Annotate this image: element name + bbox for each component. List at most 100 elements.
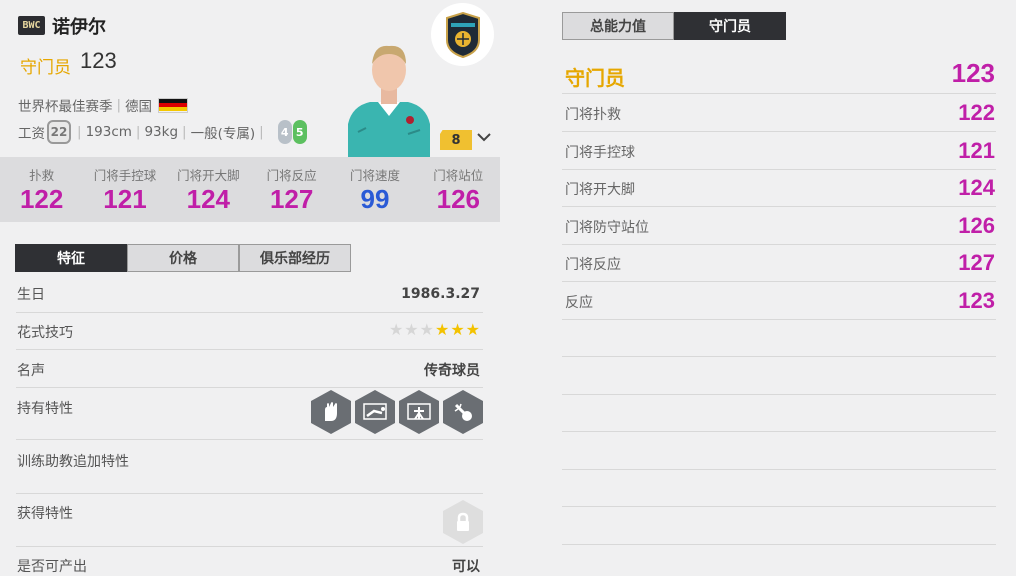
rating-label: 门将开大脚 [565,182,635,198]
detail-row-coach-traits: 训练助教追加特性 [16,440,483,494]
wage-badge: 22 [47,120,71,144]
detail-row-producible: 是否可产出 可以 [16,547,483,576]
star-icon: ★ [388,320,405,339]
stat-value: 127 [269,184,314,214]
empty-row-divider [562,394,996,395]
stat-item: 门将站位 126 [417,157,500,222]
reputation-value: 传奇球员 [424,363,480,379]
stat-label: 门将速度 [349,168,400,183]
rating-row: 门将开大脚 124 [562,169,996,207]
divider: | [135,124,141,140]
wage-label: 工资 [18,126,45,142]
keeper-dive-icon[interactable] [355,390,395,434]
strong-foot-badge: 5 [292,120,307,144]
rating-label: 门将手控球 [565,144,635,161]
rating-value: 122 [958,100,995,125]
star-icon: ★ [419,320,435,339]
position-rating-value: 123 [951,58,995,88]
stat-value: 126 [436,184,480,214]
birthday-value: 1986.3.27 [401,286,480,302]
stat-label: 门将开大脚 [177,168,240,183]
weak-foot-badge: 4 [277,120,292,144]
stat-label: 门将手控球 [93,168,157,183]
stat-value: 122 [19,184,64,214]
empty-row-divider [562,431,996,432]
rating-row: 门将扑救 122 [562,94,996,132]
key-stats-band: 扑救 122 门将手控球 121 门将开大脚 124 门将反应 127 门将速度 99 门将站位 12… [0,157,500,222]
germany-flag-icon [158,97,189,113]
tab-traits[interactable]: 特征 [15,244,127,272]
producible-value: 可以 [452,559,480,575]
gloves-icon[interactable] [311,390,351,434]
star-icon: ★ [450,320,466,339]
rating-tabs: 总能力值 守门员 [562,12,786,40]
nation-name: 德国 [125,99,153,115]
position-label: 守门员 [20,58,71,78]
detail-row-traits: 持有特性 [16,388,483,440]
position-ovr: 123 [80,48,117,73]
player-name: 诺伊尔 [52,17,106,38]
tab-price[interactable]: 价格 [127,244,239,272]
rating-value: 126 [958,212,995,238]
weight-value: 93kg [144,124,179,140]
body-type: 一般(专属) [190,126,256,142]
tab-overall[interactable]: 总能力值 [562,12,674,40]
rating-label: 门将防守站位 [565,219,649,236]
acquired-traits-label: 获得特性 [17,506,73,522]
detail-row-acquired-traits: 获得特性 [16,494,483,547]
tab-goalkeeper[interactable]: 守门员 [674,12,786,40]
goal-net-icon[interactable] [399,390,439,434]
detail-tabs: 特征 价格 俱乐部经历 [15,244,351,272]
divider: | [77,124,82,140]
stat-item: 门将开大脚 124 [167,157,250,222]
rating-label: 门将扑救 [565,107,621,123]
rating-value: 124 [958,175,995,200]
traits-label: 持有特性 [17,401,73,417]
stat-label: 门将站位 [433,168,484,183]
divider: | [116,97,122,113]
stat-value: 124 [186,184,231,214]
club-crest-icon[interactable] [431,3,494,66]
producible-label: 是否可产出 [17,559,87,575]
divider: | [259,124,264,140]
stat-item: 门将手控球 121 [83,157,166,222]
player-photo [348,36,430,158]
stat-item: 门将反应 127 [250,157,333,222]
skill-moves-stars: ★★★★★★ [389,320,481,339]
detail-row-birthday: 生日 1986.3.27 [16,284,483,313]
birthday-label: 生日 [17,287,45,303]
star-icon: ★ [404,320,420,339]
season-name: 世界杯最佳赛季 [18,99,113,115]
enhance-level-badge[interactable]: 8 [440,130,472,150]
skill-moves-label: 花式技巧 [17,325,73,341]
chevron-down-icon[interactable] [476,128,492,149]
punch-icon[interactable] [443,390,483,434]
coach-traits-label: 训练助教追加特性 [17,454,129,470]
rating-value: 127 [958,250,995,275]
rating-row: 门将反应 127 [562,244,996,282]
star-icon: ★ [434,320,451,339]
stat-label: 扑救 [29,168,55,183]
rating-value: 121 [958,137,995,163]
season-nation-line: 世界杯最佳赛季 | 德国 [18,95,189,115]
height-value: 193cm [85,124,132,140]
stat-value: 99 [360,184,390,214]
physical-info-line: 工资 22 | 193cm | 93kg | 一般(专属) | 4 5 [18,120,307,144]
divider: | [182,124,187,140]
position-rating-header: 守门员 123 [562,56,996,94]
tab-club-history[interactable]: 俱乐部经历 [239,244,351,272]
stat-label: 门将反应 [266,168,317,183]
stat-value: 121 [103,184,147,214]
rating-row: 门将手控球 121 [562,132,996,170]
empty-row-divider [562,356,996,357]
empty-row-divider [562,506,996,507]
season-badge: BWC [18,16,45,35]
star-icon: ★ [465,320,481,339]
lock-icon [443,500,483,544]
rating-label: 反应 [565,294,593,311]
detail-row-reputation: 名声 传奇球员 [16,350,483,388]
empty-row-divider [562,469,996,470]
stat-item: 扑救 122 [0,157,83,222]
trait-icons [311,390,483,434]
empty-row-divider [562,544,996,545]
